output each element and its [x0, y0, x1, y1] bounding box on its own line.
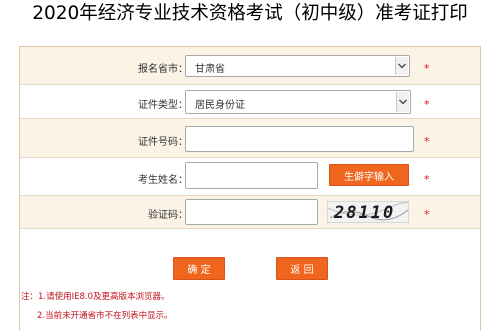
province-row: 报名省市： 甘肃省 *: [20, 47, 480, 85]
id-type-select[interactable]: 居民身份证: [185, 90, 411, 114]
required-marker: *: [424, 98, 430, 111]
name-row: 考生姓名： 生僻字输入 *: [20, 158, 480, 196]
captcha-text: 28110: [334, 203, 396, 223]
rare-char-input-button[interactable]: 生僻字输入: [329, 164, 409, 186]
id-type-row: 证件类型： 居民身份证 *: [20, 85, 480, 119]
name-label: 考生姓名：: [138, 175, 188, 186]
id-type-label: 证件类型：: [138, 100, 188, 111]
admission-ticket-form: 报名省市： 甘肃省 * 证件类型： 居民身份证 * 证件号码： * 考生姓名： …: [19, 46, 481, 331]
page-title: 2020年经济专业技术资格考试（初中级）准考证打印: [32, 3, 468, 24]
chevron-down-icon[interactable]: [395, 57, 408, 75]
province-select-value: 甘肃省: [195, 64, 225, 75]
captcha-image[interactable]: 28110: [327, 201, 409, 223]
captcha-label: 验证码：: [148, 210, 188, 221]
notes: 注：1.请使用IE8.0及更高版本浏览器。 2.当前未开通省市不在列表中显示。: [21, 288, 173, 326]
note-line-2: 2.当前未开通省市不在列表中显示。: [37, 311, 173, 321]
required-marker: *: [424, 208, 430, 221]
chevron-down-icon[interactable]: [396, 92, 409, 112]
id-number-row: 证件号码： *: [20, 119, 480, 158]
note-line-1: 注：1.请使用IE8.0及更高版本浏览器。: [21, 292, 170, 302]
id-type-select-value: 居民身份证: [195, 100, 245, 111]
required-marker: *: [424, 173, 430, 186]
id-number-input[interactable]: [185, 126, 414, 152]
province-label: 报名省市：: [138, 64, 188, 75]
id-number-label: 证件号码：: [138, 137, 188, 148]
back-button[interactable]: 返 回: [276, 257, 328, 280]
name-input[interactable]: [185, 162, 318, 189]
captcha-input[interactable]: [185, 199, 318, 225]
required-marker: *: [424, 62, 430, 75]
province-select[interactable]: 甘肃省: [185, 55, 410, 77]
confirm-button[interactable]: 确 定: [173, 257, 225, 280]
required-marker: *: [424, 135, 430, 148]
captcha-row: 验证码： 28110 *: [20, 196, 480, 229]
